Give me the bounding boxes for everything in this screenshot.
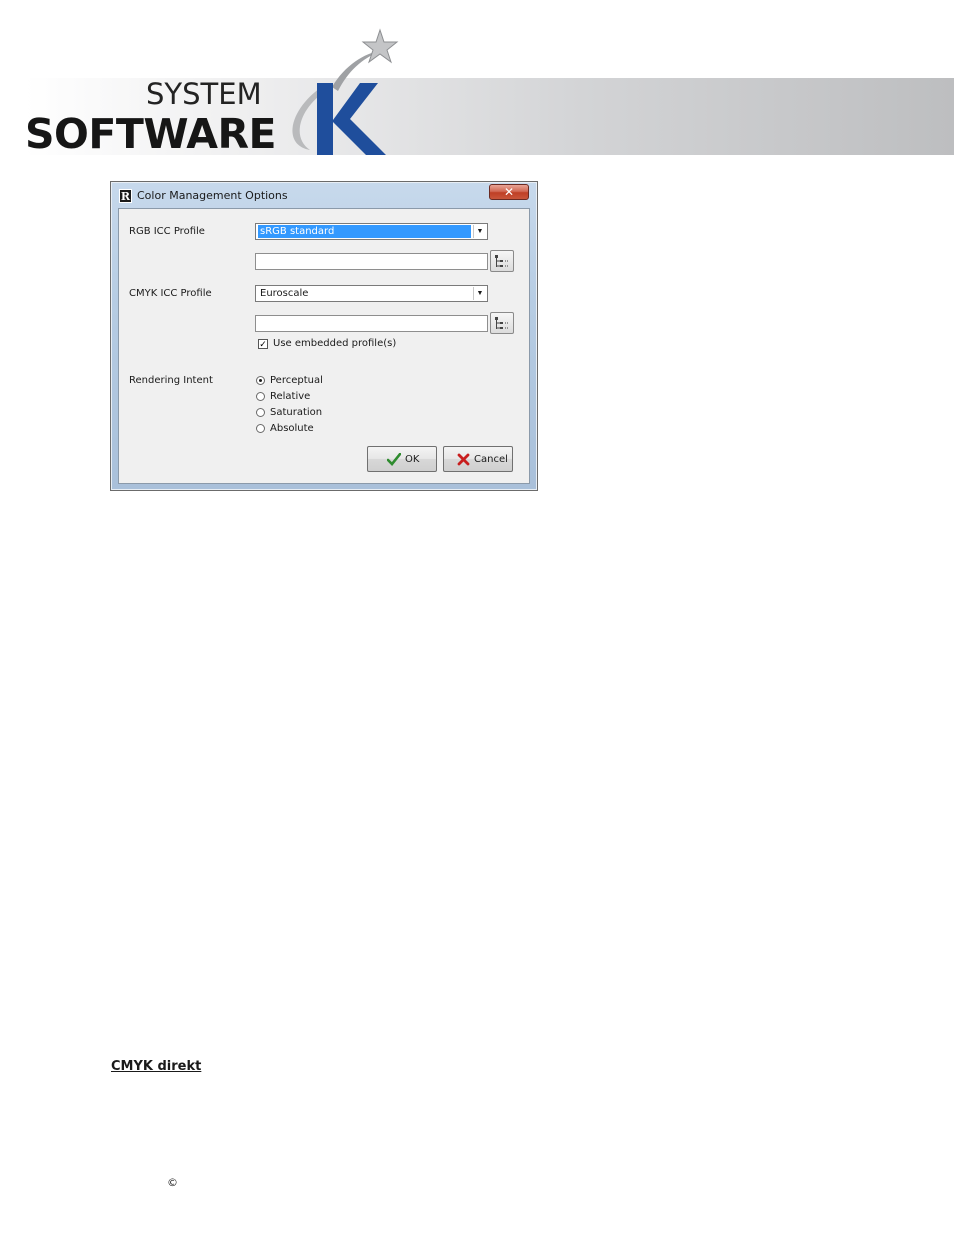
cmyk-profile-value: Euroscale	[260, 288, 309, 299]
copyright-symbol: ©	[167, 1176, 178, 1189]
cmyk-profile-select[interactable]: Euroscale ▼	[255, 285, 488, 302]
chevron-down-icon[interactable]: ▼	[473, 287, 486, 300]
rendering-intent-label: Rendering Intent	[129, 375, 213, 386]
rgb-profile-label: RGB ICC Profile	[129, 226, 205, 237]
cancel-x-icon	[457, 453, 470, 466]
radio-saturation[interactable]	[256, 408, 265, 417]
folder-tree-icon	[495, 317, 508, 329]
cmyk-profile-label: CMYK ICC Profile	[129, 288, 212, 299]
cancel-label: Cancel	[474, 454, 508, 465]
radio-saturation-label: Saturation	[270, 407, 323, 418]
dialog-titlebar[interactable]: R Color Management Options ✕	[111, 182, 537, 208]
close-icon[interactable]: ✕	[489, 184, 529, 200]
radio-perceptual[interactable]	[256, 376, 265, 385]
section-heading: CMYK direkt	[111, 1059, 202, 1074]
use-embedded-label: Use embedded profile(s)	[273, 338, 397, 349]
radio-perceptual-label: Perceptual	[270, 375, 323, 386]
rgb-profile-value: sRGB standard	[257, 224, 472, 239]
rgb-browse-button[interactable]	[490, 250, 514, 272]
cmyk-browse-button[interactable]	[490, 312, 514, 334]
radio-absolute[interactable]	[256, 424, 265, 433]
rgb-profile-path-input[interactable]	[255, 253, 488, 270]
use-embedded-checkbox[interactable]: ✓	[258, 339, 268, 349]
logo-k-star-mark	[292, 28, 399, 155]
chevron-down-icon[interactable]: ▼	[473, 225, 486, 238]
folder-tree-icon	[495, 255, 508, 267]
radio-absolute-label: Absolute	[270, 423, 314, 434]
logo-system-text: SYSTEM	[146, 77, 262, 111]
ok-button[interactable]: OK	[367, 446, 437, 472]
ok-label: OK	[405, 454, 420, 465]
logo-software-text: SOFTWARE	[25, 110, 277, 158]
color-management-dialog: R Color Management Options ✕ RGB ICC Pro…	[110, 181, 538, 491]
dialog-title: Color Management Options	[137, 189, 288, 202]
rgb-profile-select[interactable]: sRGB standard ▼	[255, 223, 488, 240]
logo-k-letter	[317, 83, 386, 155]
radio-relative-label: Relative	[270, 391, 311, 402]
dialog-client-area: RGB ICC Profile sRGB standard ▼ CMYK ICC…	[118, 208, 530, 484]
cancel-button[interactable]: Cancel	[443, 446, 513, 472]
cmyk-profile-path-input[interactable]	[255, 315, 488, 332]
radio-relative[interactable]	[256, 392, 265, 401]
checkmark-icon	[387, 453, 401, 466]
app-icon: R	[119, 189, 132, 203]
